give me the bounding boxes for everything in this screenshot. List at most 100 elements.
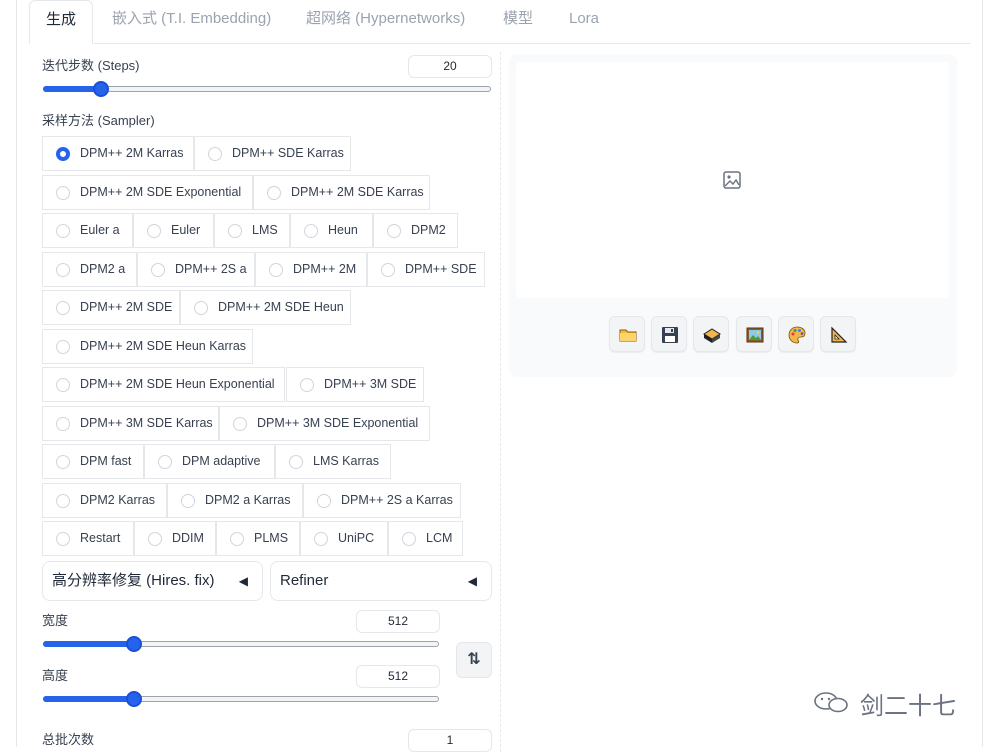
send-to-inpaint-button[interactable] (778, 316, 814, 352)
sampler-option[interactable]: DPM++ 2S a (137, 252, 255, 287)
sampler-option[interactable]: Restart (42, 521, 134, 556)
sampler-option[interactable]: DPM++ 3M SDE Exponential (219, 406, 430, 441)
radio-button-icon[interactable] (56, 147, 70, 161)
tab-embedding[interactable]: 嵌入式 (T.I. Embedding) (112, 0, 271, 44)
sampler-option[interactable]: Heun (290, 213, 373, 248)
steps-slider[interactable] (43, 86, 491, 92)
radio-button-icon[interactable] (387, 224, 401, 238)
sampler-option[interactable]: DPM2 a Karras (167, 483, 303, 518)
sampler-option[interactable]: DPM2 Karras (42, 483, 167, 518)
radio-button-icon[interactable] (208, 147, 222, 161)
radio-button-icon[interactable] (300, 378, 314, 392)
sampler-option-label: LCM (426, 531, 453, 545)
tab-generate[interactable]: 生成 (29, 0, 94, 44)
sampler-option-label: DPM++ 2M SDE Exponential (80, 185, 242, 199)
radio-button-icon[interactable] (228, 224, 242, 238)
folder-icon (619, 329, 637, 342)
radio-button-icon[interactable] (56, 301, 70, 315)
sampler-option[interactable]: DPM++ 2M (255, 252, 367, 287)
steps-slider-thumb[interactable] (93, 81, 109, 97)
radio-button-icon[interactable] (56, 378, 70, 392)
radio-button-icon[interactable] (56, 186, 70, 200)
tab-models[interactable]: 模型 (503, 0, 533, 44)
radio-button-icon[interactable] (148, 532, 162, 546)
sampler-option[interactable]: LCM (388, 521, 463, 556)
swap-dimensions-button[interactable]: ⇅ (456, 642, 492, 678)
radio-button-icon[interactable] (314, 532, 328, 546)
radio-button-icon[interactable] (158, 455, 172, 469)
sampler-option[interactable]: Euler a (42, 213, 133, 248)
radio-button-icon[interactable] (56, 532, 70, 546)
watermark-text: 剑二十七 (860, 693, 956, 720)
send-to-img2img-button[interactable] (736, 316, 772, 352)
collapse-arrow-icon: ◀ (238, 574, 248, 588)
sampler-option[interactable]: DPM2 (373, 213, 458, 248)
sampler-option[interactable]: DPM++ SDE Karras (194, 136, 351, 171)
sampler-option[interactable]: DPM++ 2M SDE Heun (180, 290, 351, 325)
sampler-option[interactable]: DPM2 a (42, 252, 137, 287)
radio-button-icon[interactable] (269, 263, 283, 277)
sampler-option-label: UniPC (338, 531, 375, 545)
sampler-option-label: DPM++ 3M SDE Karras (80, 416, 213, 430)
sampler-option[interactable]: DDIM (134, 521, 216, 556)
save-button[interactable] (651, 316, 687, 352)
sampler-option[interactable]: DPM++ 3M SDE (286, 367, 424, 402)
sampler-option[interactable]: DPM++ 2M SDE Karras (253, 175, 430, 210)
radio-button-icon[interactable] (233, 417, 247, 431)
sampler-option[interactable]: DPM++ 3M SDE Karras (42, 406, 219, 441)
zip-icon (703, 328, 721, 343)
radio-button-icon[interactable] (147, 224, 161, 238)
radio-button-icon[interactable] (56, 455, 70, 469)
radio-button-icon[interactable] (317, 494, 331, 508)
height-label: 高度 (42, 668, 69, 683)
sampler-option-label: DPM++ 2M SDE Heun (218, 300, 344, 314)
sampler-option[interactable]: DPM++ 2S a Karras (303, 483, 461, 518)
sampler-option[interactable]: DPM++ 2M SDE Heun Karras (42, 329, 253, 364)
height-slider-thumb[interactable] (126, 691, 142, 707)
radio-button-icon[interactable] (56, 494, 70, 508)
sampler-option[interactable]: UniPC (300, 521, 388, 556)
radio-button-icon[interactable] (181, 494, 195, 508)
sampler-option[interactable]: Euler (133, 213, 214, 248)
width-label: 宽度 (42, 613, 69, 628)
height-slider[interactable] (43, 696, 439, 702)
batch-count-input[interactable]: 1 (408, 729, 492, 752)
zip-button[interactable] (693, 316, 729, 352)
radio-button-icon[interactable] (56, 417, 70, 431)
radio-button-icon[interactable] (267, 186, 281, 200)
open-folder-button[interactable] (609, 316, 645, 352)
sampler-option[interactable]: LMS (214, 213, 290, 248)
radio-button-icon[interactable] (56, 340, 70, 354)
sampler-option[interactable]: PLMS (216, 521, 300, 556)
radio-button-icon[interactable] (289, 455, 303, 469)
wechat-logo-icon (814, 692, 848, 713)
width-input[interactable]: 512 (356, 610, 440, 633)
radio-button-icon[interactable] (56, 263, 70, 277)
sampler-option-label: DPM++ 2M SDE (80, 300, 173, 314)
send-to-extras-button[interactable] (820, 316, 856, 352)
radio-button-icon[interactable] (230, 532, 244, 546)
sampler-option[interactable]: DPM++ 2M SDE (42, 290, 180, 325)
height-input[interactable]: 512 (356, 665, 440, 688)
radio-button-icon[interactable] (56, 224, 70, 238)
radio-button-icon[interactable] (151, 263, 165, 277)
sampler-option[interactable]: DPM++ 2M SDE Heun Exponential (42, 367, 285, 402)
tab-lora[interactable]: Lora (569, 0, 599, 44)
sampler-option[interactable]: DPM adaptive (144, 444, 275, 479)
radio-button-icon[interactable] (304, 224, 318, 238)
tab-hypernetworks[interactable]: 超网络 (Hypernetworks) (306, 0, 465, 44)
radio-button-icon[interactable] (194, 301, 208, 315)
sampler-option[interactable]: DPM++ SDE (367, 252, 485, 287)
sampler-option[interactable]: DPM fast (42, 444, 144, 479)
hires-fix-accordion[interactable]: 高分辨率修复 (Hires. fix) ◀ (42, 561, 263, 601)
radio-button-icon[interactable] (381, 263, 395, 277)
sampler-option-label: Euler (171, 223, 201, 237)
width-slider[interactable] (43, 641, 439, 647)
radio-button-icon[interactable] (402, 532, 416, 546)
width-slider-thumb[interactable] (126, 636, 142, 652)
steps-input[interactable]: 20 (408, 55, 492, 78)
sampler-option[interactable]: DPM++ 2M SDE Exponential (42, 175, 253, 210)
sampler-option[interactable]: LMS Karras (275, 444, 391, 479)
sampler-option[interactable]: DPM++ 2M Karras (42, 136, 194, 171)
refiner-accordion[interactable]: Refiner ◀ (270, 561, 492, 601)
